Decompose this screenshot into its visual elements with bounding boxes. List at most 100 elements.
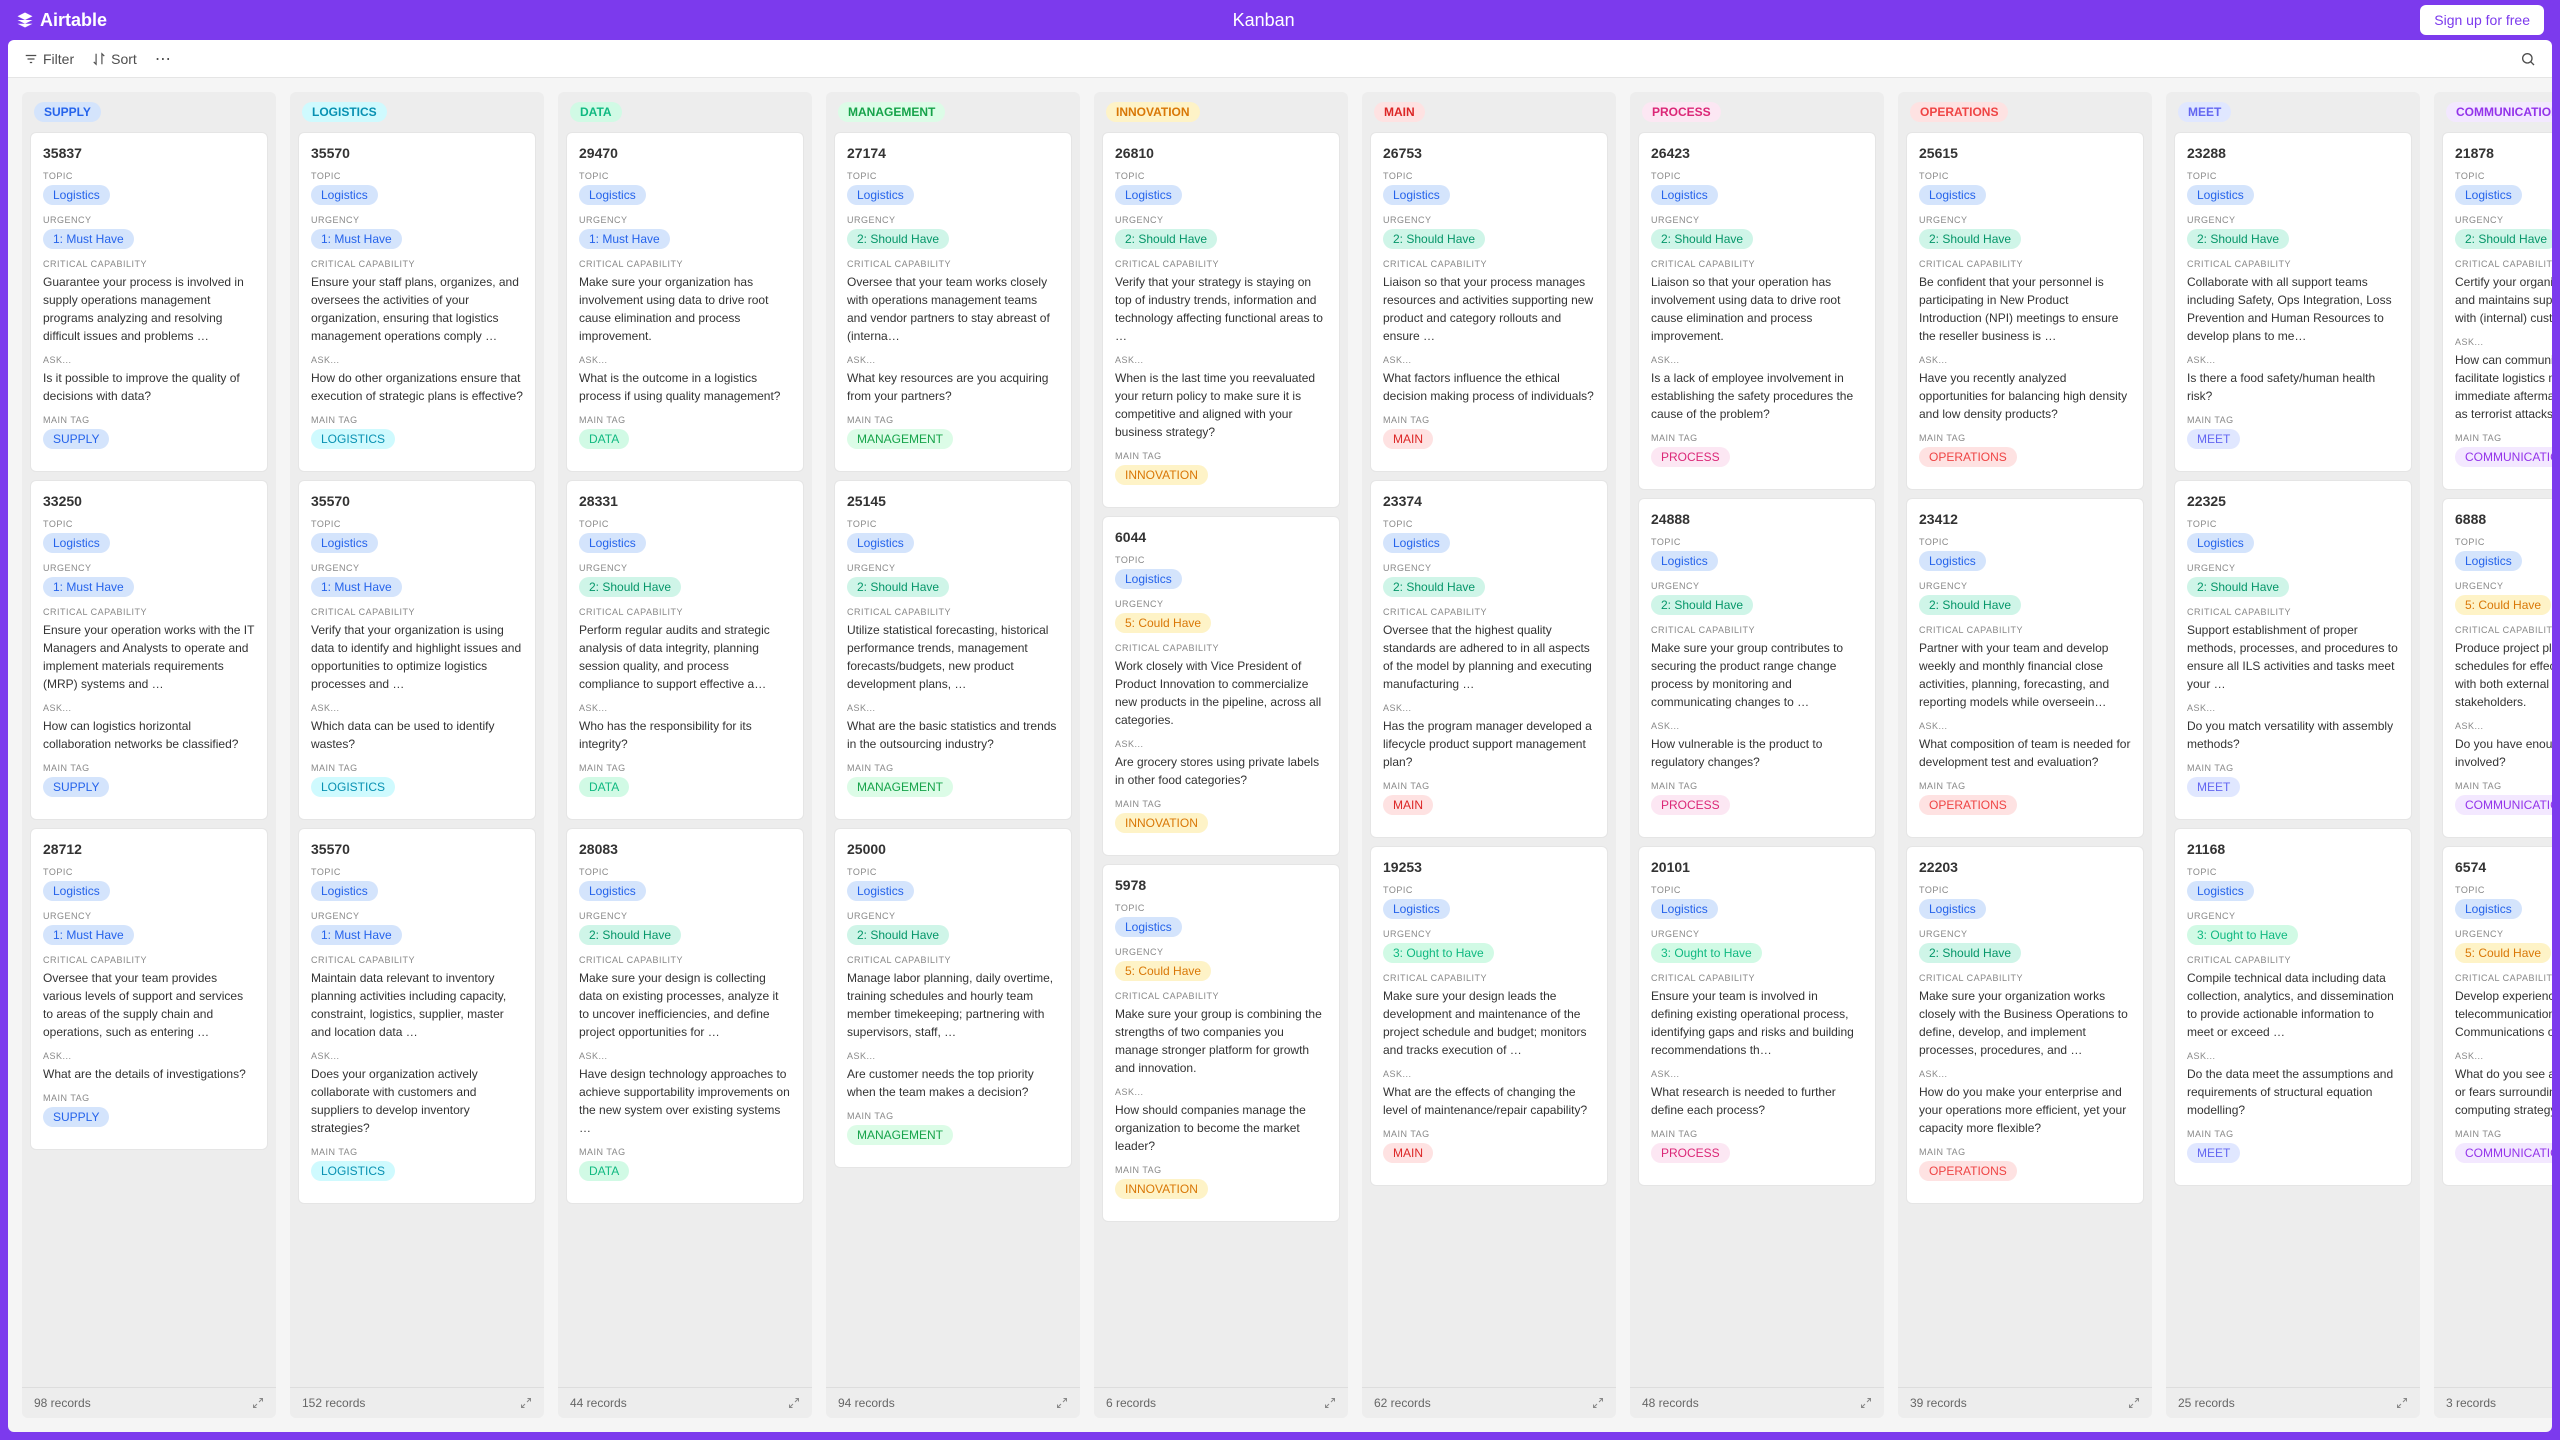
card[interactable]: 19253TOPICLogisticsURGENCY3: Ought to Ha… bbox=[1370, 846, 1608, 1186]
column-body[interactable]: 35570TOPICLogisticsURGENCY1: Must HaveCR… bbox=[290, 132, 544, 1387]
column-body[interactable]: 26810TOPICLogisticsURGENCY2: Should Have… bbox=[1094, 132, 1348, 1387]
card-id: 26423 bbox=[1651, 145, 1863, 161]
critical-label: CRITICAL CAPABILITY bbox=[1651, 259, 1863, 269]
card[interactable]: 5978TOPICLogisticsURGENCY5: Could HaveCR… bbox=[1102, 864, 1340, 1222]
expand-icon[interactable] bbox=[1860, 1397, 1872, 1409]
filter-button[interactable]: Filter bbox=[24, 51, 74, 67]
column-label[interactable]: INNOVATION bbox=[1106, 102, 1200, 122]
column-body[interactable]: 29470TOPICLogisticsURGENCY1: Must HaveCR… bbox=[558, 132, 812, 1387]
expand-icon[interactable] bbox=[252, 1397, 264, 1409]
card[interactable]: 29470TOPICLogisticsURGENCY1: Must HaveCR… bbox=[566, 132, 804, 472]
maintag-label: MAIN TAG bbox=[2187, 763, 2399, 773]
topic-pill: Logistics bbox=[579, 881, 646, 901]
card[interactable]: 22203TOPICLogisticsURGENCY2: Should Have… bbox=[1906, 846, 2144, 1204]
column-label[interactable]: OPERATIONS bbox=[1910, 102, 2008, 122]
ask-label: ASK... bbox=[311, 703, 523, 713]
ask-label: ASK... bbox=[847, 1051, 1059, 1061]
card[interactable]: 28083TOPICLogisticsURGENCY2: Should Have… bbox=[566, 828, 804, 1204]
topic-label: TOPIC bbox=[1115, 555, 1327, 565]
card[interactable]: 6574TOPICLogisticsURGENCY5: Could HaveCR… bbox=[2442, 846, 2552, 1186]
card[interactable]: 20101TOPICLogisticsURGENCY3: Ought to Ha… bbox=[1638, 846, 1876, 1186]
ask-label: ASK... bbox=[1919, 721, 2131, 731]
urgency-pill: 2: Should Have bbox=[1651, 229, 1753, 249]
card-id: 22325 bbox=[2187, 493, 2399, 509]
card[interactable]: 23374TOPICLogisticsURGENCY2: Should Have… bbox=[1370, 480, 1608, 838]
ask-label: ASK... bbox=[2187, 1051, 2399, 1061]
card[interactable]: 24888TOPICLogisticsURGENCY2: Should Have… bbox=[1638, 498, 1876, 838]
column-body[interactable]: 26423TOPICLogisticsURGENCY2: Should Have… bbox=[1630, 132, 1884, 1387]
search-icon[interactable] bbox=[2520, 51, 2536, 67]
column-body[interactable]: 25615TOPICLogisticsURGENCY2: Should Have… bbox=[1898, 132, 2152, 1387]
column-label[interactable]: COMMUNICATION bbox=[2446, 102, 2552, 122]
card[interactable]: 35837TOPICLogisticsURGENCY1: Must HaveCR… bbox=[30, 132, 268, 472]
column-label[interactable]: MEET bbox=[2178, 102, 2231, 122]
ask-text: Is there a food safety/human health risk… bbox=[2187, 369, 2399, 405]
expand-icon[interactable] bbox=[520, 1397, 532, 1409]
critical-label: CRITICAL CAPABILITY bbox=[1651, 973, 1863, 983]
logo[interactable]: Airtable bbox=[16, 10, 107, 31]
more-button[interactable]: ⋯ bbox=[155, 49, 171, 69]
ask-label: ASK... bbox=[1115, 1087, 1327, 1097]
card[interactable]: 35570TOPICLogisticsURGENCY1: Must HaveCR… bbox=[298, 828, 536, 1204]
card[interactable]: 35570TOPICLogisticsURGENCY1: Must HaveCR… bbox=[298, 132, 536, 472]
critical-label: CRITICAL CAPABILITY bbox=[1919, 973, 2131, 983]
expand-icon[interactable] bbox=[2396, 1397, 2408, 1409]
expand-icon[interactable] bbox=[1324, 1397, 1336, 1409]
card[interactable]: 26423TOPICLogisticsURGENCY2: Should Have… bbox=[1638, 132, 1876, 490]
column-body[interactable]: 23288TOPICLogisticsURGENCY2: Should Have… bbox=[2166, 132, 2420, 1387]
critical-label: CRITICAL CAPABILITY bbox=[579, 955, 791, 965]
card[interactable]: 23412TOPICLogisticsURGENCY2: Should Have… bbox=[1906, 498, 2144, 838]
card[interactable]: 33250TOPICLogisticsURGENCY1: Must HaveCR… bbox=[30, 480, 268, 820]
maintag-pill: DATA bbox=[579, 777, 629, 797]
urgency-label: URGENCY bbox=[311, 911, 523, 921]
kanban-board[interactable]: SUPPLY 35837TOPICLogisticsURGENCY1: Must … bbox=[8, 78, 2552, 1432]
column-label[interactable]: MAIN bbox=[1374, 102, 1425, 122]
card[interactable]: 35570TOPICLogisticsURGENCY1: Must HaveCR… bbox=[298, 480, 536, 820]
urgency-pill: 2: Should Have bbox=[1383, 229, 1485, 249]
topic-pill: Logistics bbox=[1919, 899, 1986, 919]
expand-icon[interactable] bbox=[1592, 1397, 1604, 1409]
card[interactable]: 28712TOPICLogisticsURGENCY1: Must HaveCR… bbox=[30, 828, 268, 1150]
maintag-pill: PROCESS bbox=[1651, 447, 1730, 467]
column-label[interactable]: LOGISTICS bbox=[302, 102, 387, 122]
card[interactable]: 27174TOPICLogisticsURGENCY2: Should Have… bbox=[834, 132, 1072, 472]
card[interactable]: 25000TOPICLogisticsURGENCY2: Should Have… bbox=[834, 828, 1072, 1168]
urgency-pill: 2: Should Have bbox=[1383, 577, 1485, 597]
expand-icon[interactable] bbox=[2128, 1397, 2140, 1409]
column-footer: 48 records bbox=[1630, 1387, 1884, 1418]
column-body[interactable]: 27174TOPICLogisticsURGENCY2: Should Have… bbox=[826, 132, 1080, 1387]
signup-button[interactable]: Sign up for free bbox=[2420, 5, 2544, 35]
records-count: 98 records bbox=[34, 1396, 91, 1410]
expand-icon[interactable] bbox=[788, 1397, 800, 1409]
critical-text: Liaison so that your process manages res… bbox=[1383, 273, 1595, 345]
ask-text: Do you have enough stakeholders involved… bbox=[2455, 735, 2552, 771]
card[interactable]: 22325TOPICLogisticsURGENCY2: Should Have… bbox=[2174, 480, 2412, 820]
column-body[interactable]: 21878TOPICLogisticsURGENCY2: Should Have… bbox=[2434, 132, 2552, 1387]
card[interactable]: 26810TOPICLogisticsURGENCY2: Should Have… bbox=[1102, 132, 1340, 508]
topic-pill: Logistics bbox=[1651, 899, 1718, 919]
card[interactable]: 6044TOPICLogisticsURGENCY5: Could HaveCR… bbox=[1102, 516, 1340, 856]
card[interactable]: 26753TOPICLogisticsURGENCY2: Should Have… bbox=[1370, 132, 1608, 472]
column-label[interactable]: MANAGEMENT bbox=[838, 102, 945, 122]
column-body[interactable]: 26753TOPICLogisticsURGENCY2: Should Have… bbox=[1362, 132, 1616, 1387]
ask-text: Have design technology approaches to ach… bbox=[579, 1065, 791, 1137]
column-body[interactable]: 35837TOPICLogisticsURGENCY1: Must HaveCR… bbox=[22, 132, 276, 1387]
expand-icon[interactable] bbox=[1056, 1397, 1068, 1409]
card[interactable]: 23288TOPICLogisticsURGENCY2: Should Have… bbox=[2174, 132, 2412, 472]
card[interactable]: 25145TOPICLogisticsURGENCY2: Should Have… bbox=[834, 480, 1072, 820]
urgency-label: URGENCY bbox=[847, 215, 1059, 225]
ask-label: ASK... bbox=[311, 1051, 523, 1061]
card[interactable]: 6888TOPICLogisticsURGENCY5: Could HaveCR… bbox=[2442, 498, 2552, 838]
ask-label: ASK... bbox=[1115, 739, 1327, 749]
card[interactable]: 28331TOPICLogisticsURGENCY2: Should Have… bbox=[566, 480, 804, 820]
ask-text: What composition of team is needed for d… bbox=[1919, 735, 2131, 771]
topic-label: TOPIC bbox=[2455, 171, 2552, 181]
column-label[interactable]: PROCESS bbox=[1642, 102, 1721, 122]
card[interactable]: 21168TOPICLogisticsURGENCY3: Ought to Ha… bbox=[2174, 828, 2412, 1186]
card[interactable]: 21878TOPICLogisticsURGENCY2: Should Have… bbox=[2442, 132, 2552, 490]
maintag-label: MAIN TAG bbox=[1919, 1147, 2131, 1157]
column-label[interactable]: DATA bbox=[570, 102, 622, 122]
card[interactable]: 25615TOPICLogisticsURGENCY2: Should Have… bbox=[1906, 132, 2144, 490]
column-label[interactable]: SUPPLY bbox=[34, 102, 101, 122]
sort-button[interactable]: Sort bbox=[92, 51, 137, 67]
